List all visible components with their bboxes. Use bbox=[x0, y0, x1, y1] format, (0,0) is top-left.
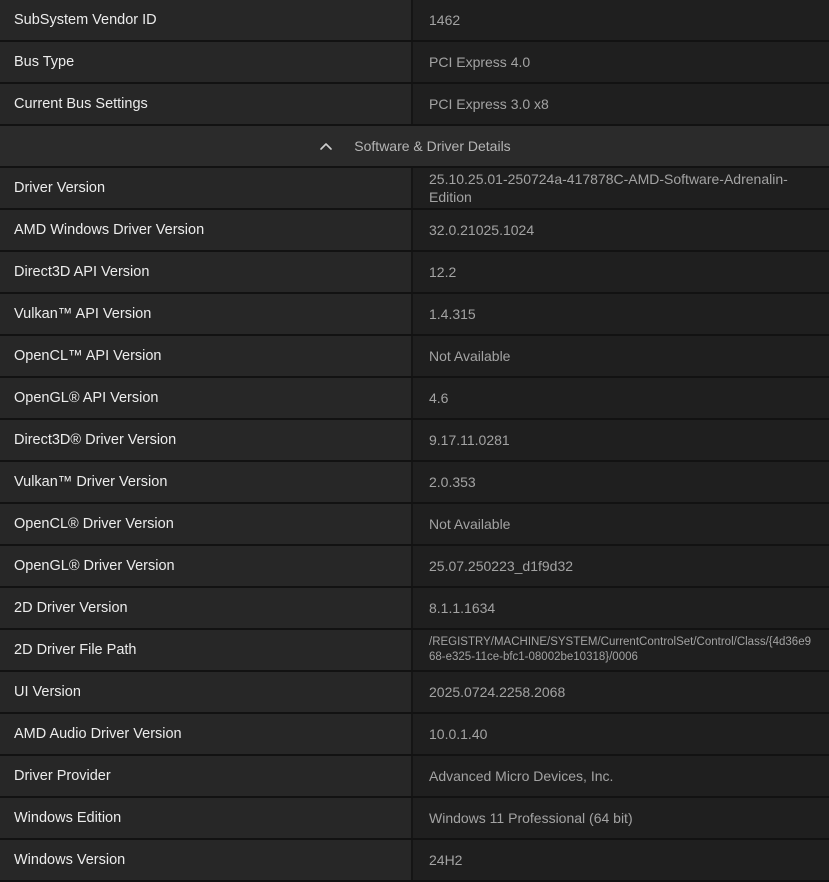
row-label: Current Bus Settings bbox=[0, 84, 413, 124]
row-value: 2.0.353 bbox=[413, 462, 829, 502]
table-row: Driver Provider Advanced Micro Devices, … bbox=[0, 756, 829, 798]
row-label: Driver Provider bbox=[0, 756, 413, 796]
row-label: Driver Version bbox=[0, 168, 413, 208]
row-label: UI Version bbox=[0, 672, 413, 712]
row-label: Direct3D® Driver Version bbox=[0, 420, 413, 460]
row-label: 2D Driver File Path bbox=[0, 630, 413, 670]
table-row: AMD Windows Driver Version 32.0.21025.10… bbox=[0, 210, 829, 252]
table-row: Windows Version 24H2 bbox=[0, 840, 829, 882]
row-value: /REGISTRY/MACHINE/SYSTEM/CurrentControlS… bbox=[413, 630, 829, 670]
row-value: Advanced Micro Devices, Inc. bbox=[413, 756, 829, 796]
software-driver-section-toggle[interactable]: Software & Driver Details bbox=[0, 126, 829, 168]
row-value: Not Available bbox=[413, 336, 829, 376]
row-label: OpenCL™ API Version bbox=[0, 336, 413, 376]
table-row: Current Bus Settings PCI Express 3.0 x8 bbox=[0, 84, 829, 126]
table-row: SubSystem Vendor ID 1462 bbox=[0, 0, 829, 42]
chevron-up-icon bbox=[318, 138, 334, 154]
row-value: PCI Express 3.0 x8 bbox=[413, 84, 829, 124]
row-value: 25.07.250223_d1f9d32 bbox=[413, 546, 829, 586]
table-row: Driver Version 25.10.25.01-250724a-41787… bbox=[0, 168, 829, 210]
row-label: Direct3D API Version bbox=[0, 252, 413, 292]
row-value: 8.1.1.1634 bbox=[413, 588, 829, 628]
row-value: Not Available bbox=[413, 504, 829, 544]
row-label: Windows Edition bbox=[0, 798, 413, 838]
driver-details-panel: SubSystem Vendor ID 1462 Bus Type PCI Ex… bbox=[0, 0, 829, 882]
row-label: Vulkan™ Driver Version bbox=[0, 462, 413, 502]
row-label: OpenGL® API Version bbox=[0, 378, 413, 418]
table-row: 2D Driver Version 8.1.1.1634 bbox=[0, 588, 829, 630]
table-row: Vulkan™ Driver Version 2.0.353 bbox=[0, 462, 829, 504]
row-value: 9.17.11.0281 bbox=[413, 420, 829, 460]
row-value: 24H2 bbox=[413, 840, 829, 880]
row-value: 32.0.21025.1024 bbox=[413, 210, 829, 250]
row-value: PCI Express 4.0 bbox=[413, 42, 829, 82]
table-row: OpenCL® Driver Version Not Available bbox=[0, 504, 829, 546]
row-value: 4.6 bbox=[413, 378, 829, 418]
table-row: OpenGL® API Version 4.6 bbox=[0, 378, 829, 420]
row-label: Vulkan™ API Version bbox=[0, 294, 413, 334]
table-row: Direct3D® Driver Version 9.17.11.0281 bbox=[0, 420, 829, 462]
row-value: Windows 11 Professional (64 bit) bbox=[413, 798, 829, 838]
table-row: OpenCL™ API Version Not Available bbox=[0, 336, 829, 378]
table-row: 2D Driver File Path /REGISTRY/MACHINE/SY… bbox=[0, 630, 829, 672]
row-label: AMD Windows Driver Version bbox=[0, 210, 413, 250]
row-value: 1.4.315 bbox=[413, 294, 829, 334]
table-row: UI Version 2025.0724.2258.2068 bbox=[0, 672, 829, 714]
row-value: 12.2 bbox=[413, 252, 829, 292]
table-row: Windows Edition Windows 11 Professional … bbox=[0, 798, 829, 840]
table-row: Bus Type PCI Express 4.0 bbox=[0, 42, 829, 84]
row-label: Windows Version bbox=[0, 840, 413, 880]
row-value: 10.0.1.40 bbox=[413, 714, 829, 754]
table-row: Direct3D API Version 12.2 bbox=[0, 252, 829, 294]
table-row: Vulkan™ API Version 1.4.315 bbox=[0, 294, 829, 336]
row-label: SubSystem Vendor ID bbox=[0, 0, 413, 40]
row-value: 2025.0724.2258.2068 bbox=[413, 672, 829, 712]
table-row: OpenGL® Driver Version 25.07.250223_d1f9… bbox=[0, 546, 829, 588]
row-value: 1462 bbox=[413, 0, 829, 40]
row-label: Bus Type bbox=[0, 42, 413, 82]
row-label: OpenCL® Driver Version bbox=[0, 504, 413, 544]
row-value: 25.10.25.01-250724a-417878C-AMD-Software… bbox=[413, 168, 829, 208]
row-label: 2D Driver Version bbox=[0, 588, 413, 628]
table-row: AMD Audio Driver Version 10.0.1.40 bbox=[0, 714, 829, 756]
section-title: Software & Driver Details bbox=[354, 138, 511, 154]
row-label: OpenGL® Driver Version bbox=[0, 546, 413, 586]
row-label: AMD Audio Driver Version bbox=[0, 714, 413, 754]
